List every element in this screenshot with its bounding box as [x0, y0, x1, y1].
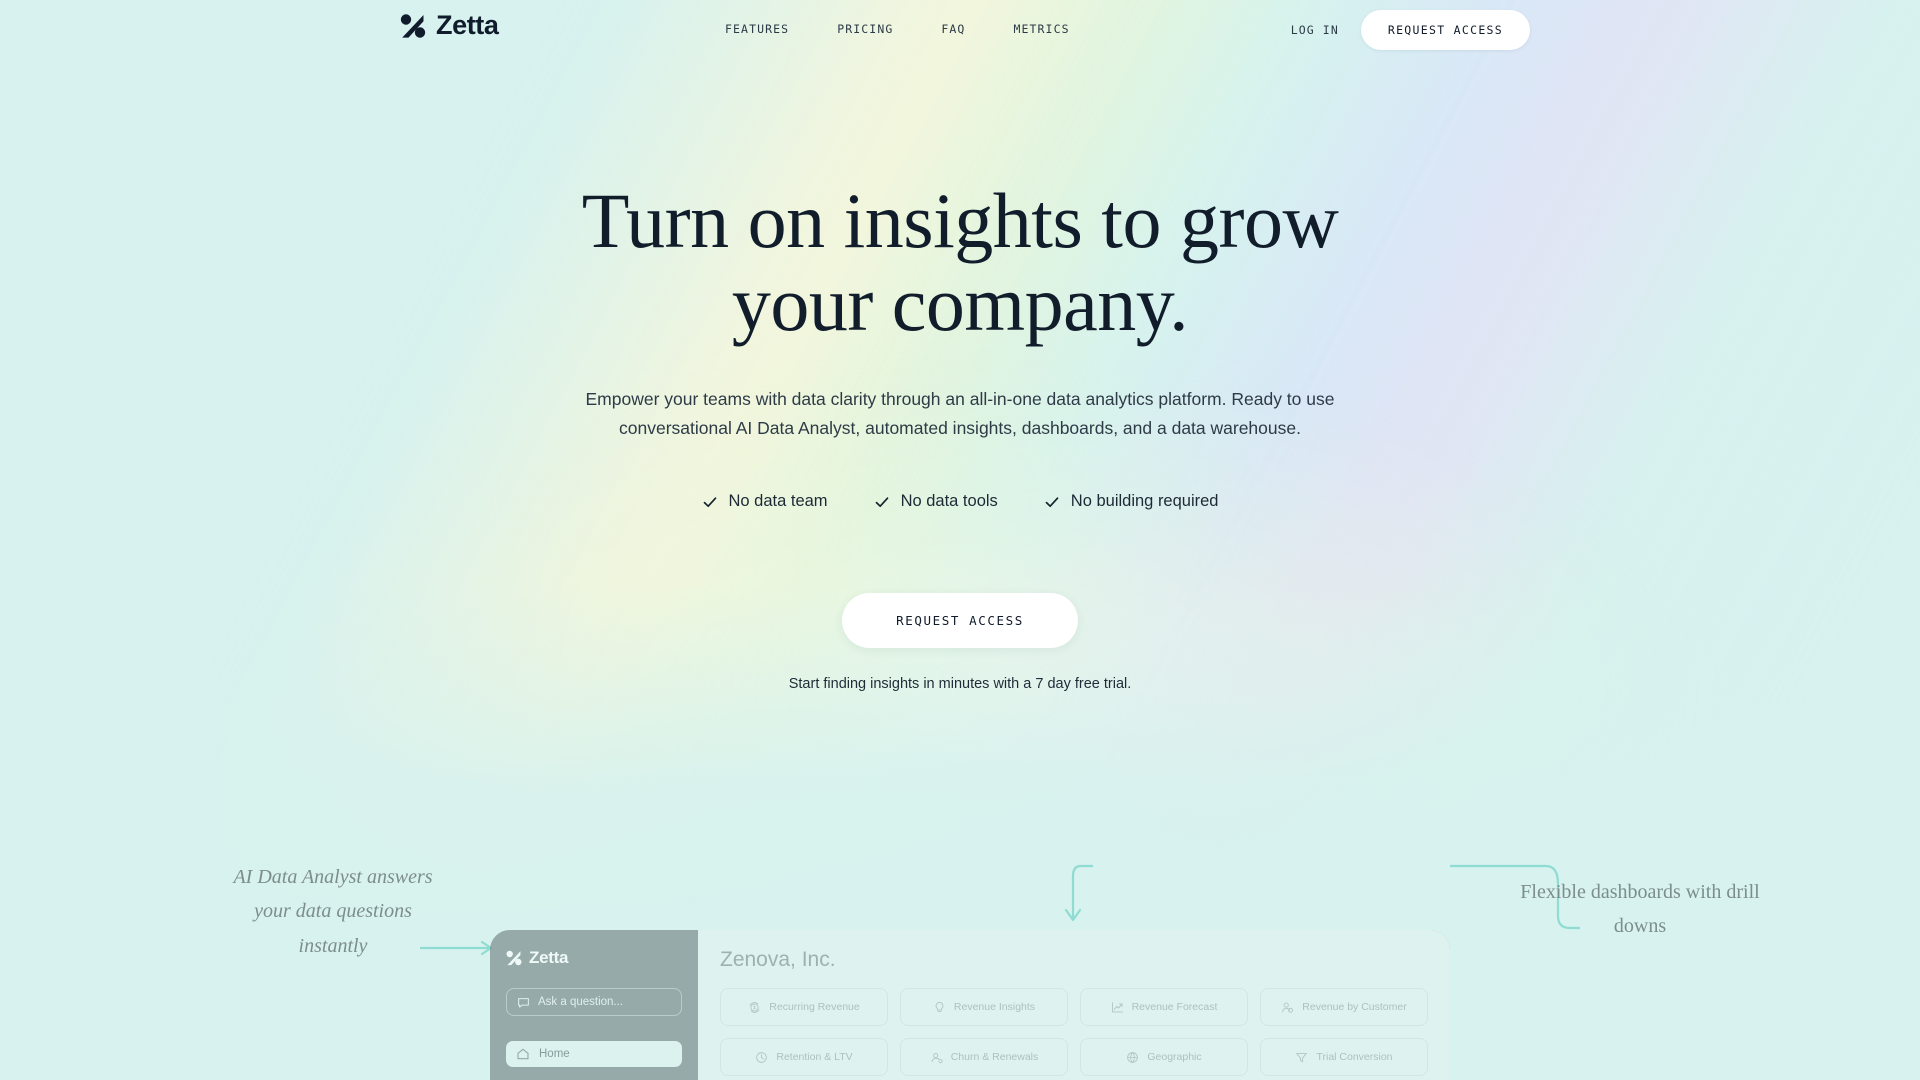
mockup-card-label: Geographic: [1147, 1051, 1202, 1063]
mockup-card-revenue-by-customer[interactable]: Revenue by Customer: [1260, 988, 1428, 1026]
lightbulb-icon: [935, 1001, 944, 1012]
mockup-card-recurring-revenue[interactable]: Recurring Revenue: [720, 988, 888, 1026]
mockup-sidebar: Zetta Ask a question... Home: [490, 930, 698, 1080]
mockup-card-retention-ltv[interactable]: Retention & LTV: [720, 1038, 888, 1076]
user-gear-icon: [1282, 1002, 1294, 1013]
hero-section: Turn on insights to grow your company. E…: [0, 177, 1920, 692]
user-refresh-icon: [931, 1052, 943, 1063]
chat-bubble-icon: [518, 997, 529, 1008]
mockup-card-label: Churn & Renewals: [950, 1051, 1039, 1063]
mockup-ask-question-input[interactable]: Ask a question...: [506, 988, 682, 1016]
hero-headline: Turn on insights to grow your company.: [510, 177, 1410, 347]
mockup-workspace-title: Zenova, Inc.: [720, 948, 836, 971]
check-label: No building required: [1070, 492, 1219, 511]
mockup-card-label: Recurring Revenue: [769, 1001, 860, 1013]
hero-headline-line-2: your company.: [731, 259, 1189, 347]
mockup-ask-placeholder: Ask a question...: [538, 996, 624, 1008]
zetta-percent-mark-icon: [506, 950, 522, 966]
annotation-flexible-dashboards: Flexible dashboards with drill downs: [1520, 881, 1760, 938]
mockup-card-geographic[interactable]: Geographic: [1080, 1038, 1248, 1076]
nav-item-metrics[interactable]: METRICS: [1013, 22, 1069, 36]
mockup-card-churn-renewals[interactable]: Churn & Renewals: [900, 1038, 1068, 1076]
check-item-no-building-required: No building required: [1044, 492, 1219, 511]
main-nav: FEATURES PRICING FAQ METRICS: [725, 22, 1070, 36]
hero-feature-checklist: No data team No data tools No building r…: [0, 492, 1920, 511]
check-icon: [1045, 496, 1059, 507]
arrow-down-icon: [1064, 864, 1093, 922]
mockup-card-label: Revenue Insights: [953, 1001, 1036, 1013]
zetta-percent-mark-icon: [400, 13, 426, 38]
check-label: No data team: [728, 492, 828, 511]
home-icon: [517, 1048, 529, 1060]
mockup-sidebar-label: Home: [539, 1048, 570, 1060]
product-showcase: AI Data Analyst answers your data questi…: [0, 864, 1920, 1080]
landing-page: Zetta FEATURES PRICING FAQ METRICS LOG I…: [0, 0, 1920, 1080]
nav-item-features[interactable]: FEATURES: [725, 22, 789, 36]
mockup-brand-logo: Zetta: [506, 948, 682, 968]
annotation-ai-data-analyst: AI Data Analyst answers your data questi…: [233, 866, 433, 957]
check-icon: [703, 496, 716, 507]
nav-item-pricing[interactable]: PRICING: [837, 22, 893, 36]
mockup-card-label: Revenue Forecast: [1131, 1001, 1218, 1013]
nav-item-faq[interactable]: FAQ: [941, 22, 965, 36]
mockup-card-label: Trial Conversion: [1316, 1051, 1393, 1063]
hero-subheadline: Empower your teams with data clarity thr…: [585, 389, 1335, 438]
mockup-card-revenue-forecast[interactable]: Revenue Forecast: [1080, 988, 1248, 1026]
hero-request-access-button[interactable]: REQUEST ACCESS: [842, 593, 1078, 649]
brand-logo[interactable]: Zetta: [400, 12, 499, 39]
mockup-brand-text: Zetta: [529, 948, 569, 967]
mockup-card-label: Retention & LTV: [776, 1051, 853, 1063]
mockup-card-revenue-insights[interactable]: Revenue Insights: [900, 988, 1068, 1026]
check-item-no-data-team: No data team: [702, 492, 828, 511]
mockup-main-panel: Zenova, Inc. Recurring Revenue Revenue I…: [698, 930, 1450, 1080]
mockup-metric-card-grid: Recurring Revenue Revenue Insights Reven…: [720, 988, 1428, 1076]
trend-up-icon: [1111, 1001, 1123, 1012]
arrow-right-icon: [420, 940, 493, 956]
header-actions: LOG IN REQUEST ACCESS: [1291, 10, 1530, 50]
funnel-icon: [1296, 1052, 1308, 1062]
globe-icon: [1127, 1051, 1139, 1063]
check-icon: [875, 496, 888, 507]
mockup-sidebar-item-finance[interactable]: Finance: [506, 1075, 682, 1080]
login-link[interactable]: LOG IN: [1291, 23, 1339, 37]
hero-headline-line-1: Turn on insights to grow: [581, 177, 1339, 264]
mockup-card-label: Revenue by Customer: [1302, 1001, 1407, 1013]
brand-logo-text: Zetta: [436, 10, 499, 40]
header-request-access-button[interactable]: REQUEST ACCESS: [1360, 10, 1530, 50]
check-item-no-data-tools: No data tools: [874, 492, 998, 511]
hero-cta-note: Start finding insights in minutes with a…: [788, 676, 1132, 693]
mockup-card-trial-conversion[interactable]: Trial Conversion: [1260, 1038, 1428, 1076]
hero-cta-wrapper: REQUEST ACCESS Start finding insights in…: [0, 593, 1920, 692]
clock-icon: [756, 1051, 768, 1063]
check-label: No data tools: [900, 492, 998, 511]
site-header: Zetta FEATURES PRICING FAQ METRICS LOG I…: [0, 0, 1920, 64]
recurring-dollar-icon: [749, 1001, 760, 1013]
dashboard-mockup: Zetta Ask a question... Home Zenova, Inc…: [490, 930, 1450, 1080]
mockup-sidebar-item-home[interactable]: Home: [506, 1041, 682, 1067]
